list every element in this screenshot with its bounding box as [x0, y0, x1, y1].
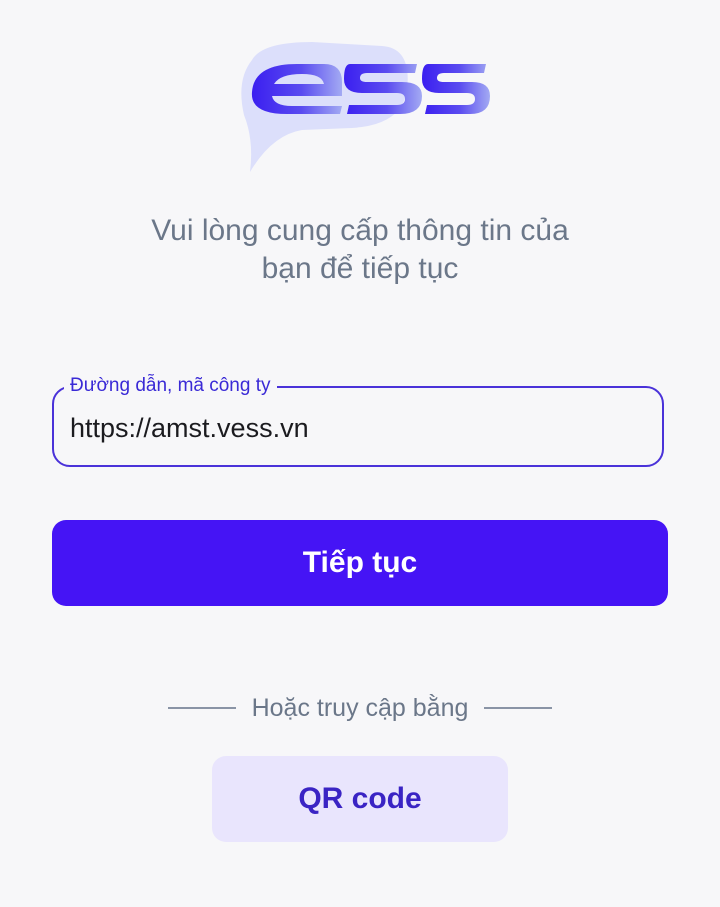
- logo-letter-s-second: [422, 64, 490, 114]
- company-url-label: Đường dẫn, mã công ty: [64, 374, 277, 398]
- ess-logo-mark: [241, 42, 490, 172]
- continue-button[interactable]: Tiếp tục: [52, 520, 668, 606]
- instruction-line-1: Vui lòng cung cấp thông tin của: [151, 214, 569, 247]
- instruction-line-2: bạn để tiếp tục: [261, 252, 459, 285]
- alternative-access-text: Hoặc truy cập bằng: [251, 694, 469, 722]
- company-url-input[interactable]: [70, 408, 650, 448]
- divider-line-right: [484, 707, 552, 709]
- logo-letter-s-first: [344, 64, 422, 114]
- qr-code-button[interactable]: QR code: [212, 756, 508, 842]
- ess-logo: [232, 40, 492, 175]
- divider-line-left: [168, 707, 236, 709]
- instruction-text: Vui lòng cung cấp thông tin của bạn để t…: [60, 212, 660, 288]
- logo-letter-e: [251, 64, 342, 114]
